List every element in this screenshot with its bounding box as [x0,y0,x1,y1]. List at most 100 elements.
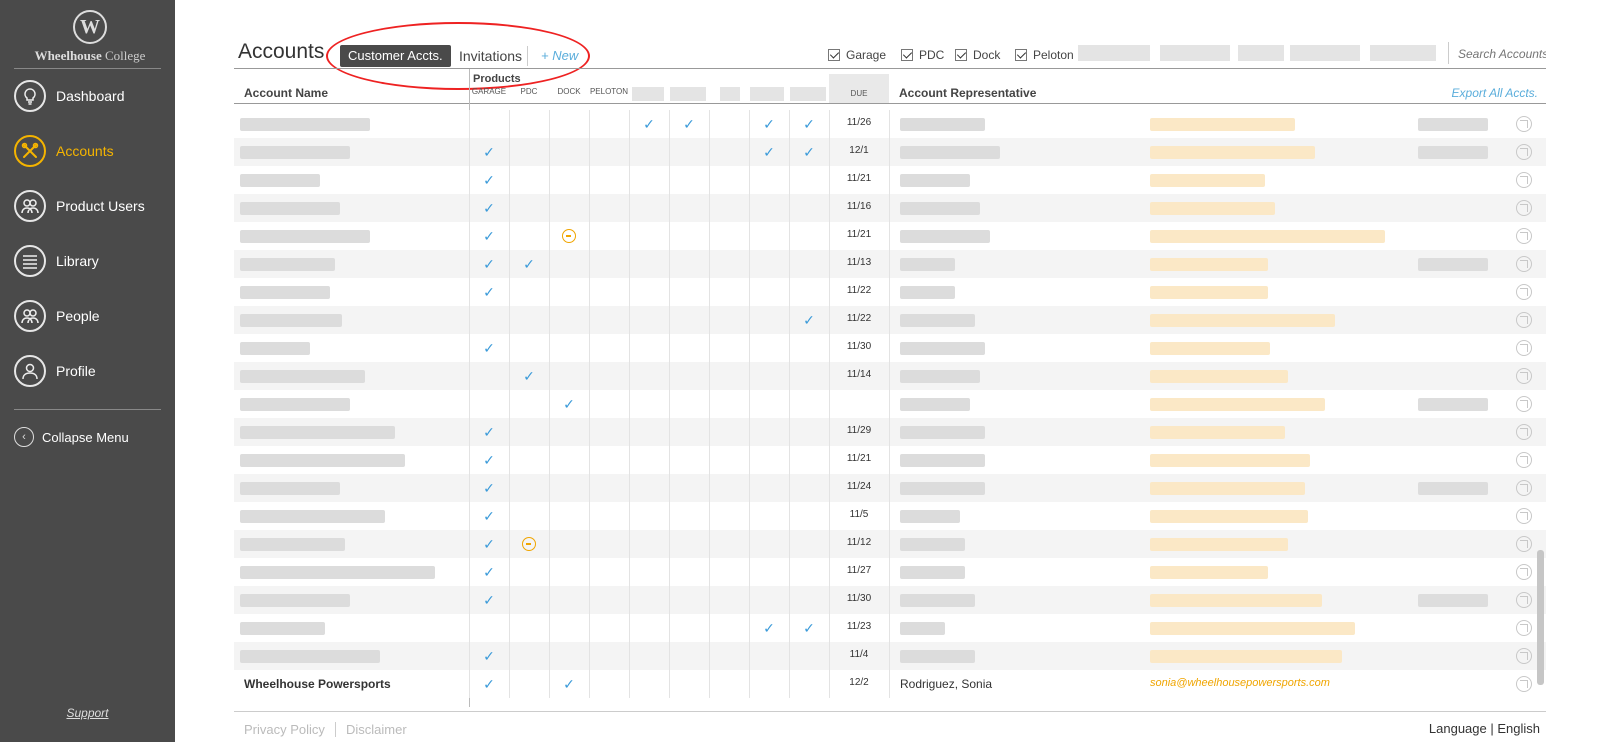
account-name-redacted[interactable] [240,370,365,383]
open-account-icon[interactable] [1516,284,1532,300]
table-row[interactable]: ✓ 11/4 [234,642,1546,670]
account-name-redacted[interactable] [240,510,385,523]
col-header-garage[interactable]: GARAGE [469,87,509,96]
table-row[interactable]: ✓ 11/24 [234,474,1546,502]
open-account-icon[interactable] [1516,144,1532,160]
table-row[interactable]: ✓ 11/21 [234,222,1546,250]
open-account-icon[interactable] [1516,396,1532,412]
rep-email-redacted[interactable] [1150,258,1268,271]
rep-email-redacted[interactable] [1150,538,1288,551]
export-all-link[interactable]: Export All Accts. [1400,86,1538,100]
sidebar-item-profile[interactable]: Profile [14,353,164,389]
open-account-icon[interactable] [1516,508,1532,524]
account-name-redacted[interactable] [240,426,395,439]
due-header[interactable]: DUE [829,74,889,103]
col-header-pdc[interactable]: PDC [509,87,549,96]
account-name-redacted[interactable] [240,538,345,551]
blurred-filter[interactable] [1238,45,1284,61]
account-name-header[interactable]: Account Name [244,86,328,100]
table-row[interactable]: ✓ 11/27 [234,558,1546,586]
rep-email-redacted[interactable] [1150,202,1275,215]
blurred-col-header[interactable] [670,87,706,101]
table-row[interactable]: ✓ 11/22 [234,278,1546,306]
sidebar-item-library[interactable]: Library [14,243,164,279]
open-account-icon[interactable] [1516,676,1532,692]
table-row[interactable]: ✓ 11/21 [234,166,1546,194]
account-name-redacted[interactable] [240,202,340,215]
account-name-redacted[interactable] [240,594,350,607]
open-account-icon[interactable] [1516,452,1532,468]
open-account-icon[interactable] [1516,200,1532,216]
open-account-icon[interactable] [1516,480,1532,496]
rep-email-redacted[interactable] [1150,370,1288,383]
account-name-redacted[interactable] [240,118,370,131]
rep-email-redacted[interactable] [1150,398,1325,411]
table-row[interactable]: ✓ ✓ ✓ 12/1 [234,138,1546,166]
checkbox[interactable] [1015,49,1027,61]
rep-email-link[interactable]: sonia@wheelhousepowersports.com [1150,677,1330,689]
account-name-redacted[interactable] [240,314,342,327]
open-account-icon[interactable] [1516,340,1532,356]
open-account-icon[interactable] [1516,424,1532,440]
sidebar-item-dashboard[interactable]: Dashboard [14,78,164,114]
rep-email-redacted[interactable] [1150,510,1308,523]
rep-email-redacted[interactable] [1150,230,1385,243]
account-name-redacted[interactable] [240,342,310,355]
filter-garage[interactable]: Garage [828,48,886,62]
sidebar-item-accounts[interactable]: Accounts [14,133,164,169]
rep-email-redacted[interactable] [1150,174,1265,187]
support-link[interactable]: Support [0,706,175,720]
account-name-redacted[interactable] [240,482,340,495]
table-row[interactable]: ✓ 11/14 [234,362,1546,390]
open-account-icon[interactable] [1516,368,1532,384]
language-selector[interactable]: Language | English [1300,721,1540,736]
rep-email-redacted[interactable] [1150,426,1285,439]
account-name-redacted[interactable] [240,258,335,271]
privacy-policy-link[interactable]: Privacy Policy [244,722,325,737]
blurred-filter[interactable] [1160,45,1230,61]
checkbox[interactable] [955,49,967,61]
table-row[interactable]: ✓ 11/16 [234,194,1546,222]
rep-email-redacted[interactable] [1150,118,1295,131]
checkbox[interactable] [828,49,840,61]
open-account-icon[interactable] [1516,228,1532,244]
account-name-redacted[interactable] [240,174,320,187]
account-name-redacted[interactable] [240,650,380,663]
filter-dock[interactable]: Dock [955,48,1000,62]
logo[interactable]: W Wheelhouse College [25,10,155,68]
blurred-filter[interactable] [1290,45,1360,61]
blurred-col-header[interactable] [720,87,740,101]
rep-email-redacted[interactable] [1150,314,1335,327]
collapse-menu-button[interactable]: ‹ Collapse Menu [14,427,129,447]
rep-email-redacted[interactable] [1150,146,1315,159]
open-account-icon[interactable] [1516,116,1532,132]
open-account-icon[interactable] [1516,620,1532,636]
account-name-redacted[interactable] [240,146,350,159]
open-account-icon[interactable] [1516,592,1532,608]
table-row[interactable]: ✓ ✓ ✓ ✓ 11/26 [234,110,1546,138]
table-row[interactable]: ✓ 11/21 [234,446,1546,474]
col-header-peloton[interactable]: PELOTON [589,87,629,96]
rep-email-redacted[interactable] [1150,566,1268,579]
open-account-icon[interactable] [1516,312,1532,328]
filter-peloton[interactable]: Peloton [1015,48,1074,62]
disclaimer-link[interactable]: Disclaimer [346,722,407,737]
table-row[interactable]: ✓ 11/30 [234,334,1546,362]
rep-email-redacted[interactable] [1150,342,1270,355]
open-account-icon[interactable] [1516,564,1532,580]
table-row[interactable]: ✓ ✓ 11/13 [234,250,1546,278]
table-row[interactable]: ✓ ✓ 11/23 [234,614,1546,642]
account-name-redacted[interactable] [240,230,370,243]
table-row[interactable]: ✓ 11/12 [234,530,1546,558]
blurred-col-header[interactable] [790,87,826,101]
rep-email-redacted[interactable] [1150,650,1342,663]
col-header-dock[interactable]: DOCK [549,87,589,96]
table-row[interactable]: ✓ 11/30 [234,586,1546,614]
account-name-redacted[interactable] [240,398,350,411]
open-account-icon[interactable] [1516,172,1532,188]
sidebar-item-people[interactable]: People [14,298,164,334]
table-row[interactable]: ✓ 11/5 [234,502,1546,530]
sidebar-item-product-users[interactable]: Product Users [14,188,164,224]
table-row[interactable]: ✓ [234,390,1546,418]
rep-email-redacted[interactable] [1150,482,1305,495]
